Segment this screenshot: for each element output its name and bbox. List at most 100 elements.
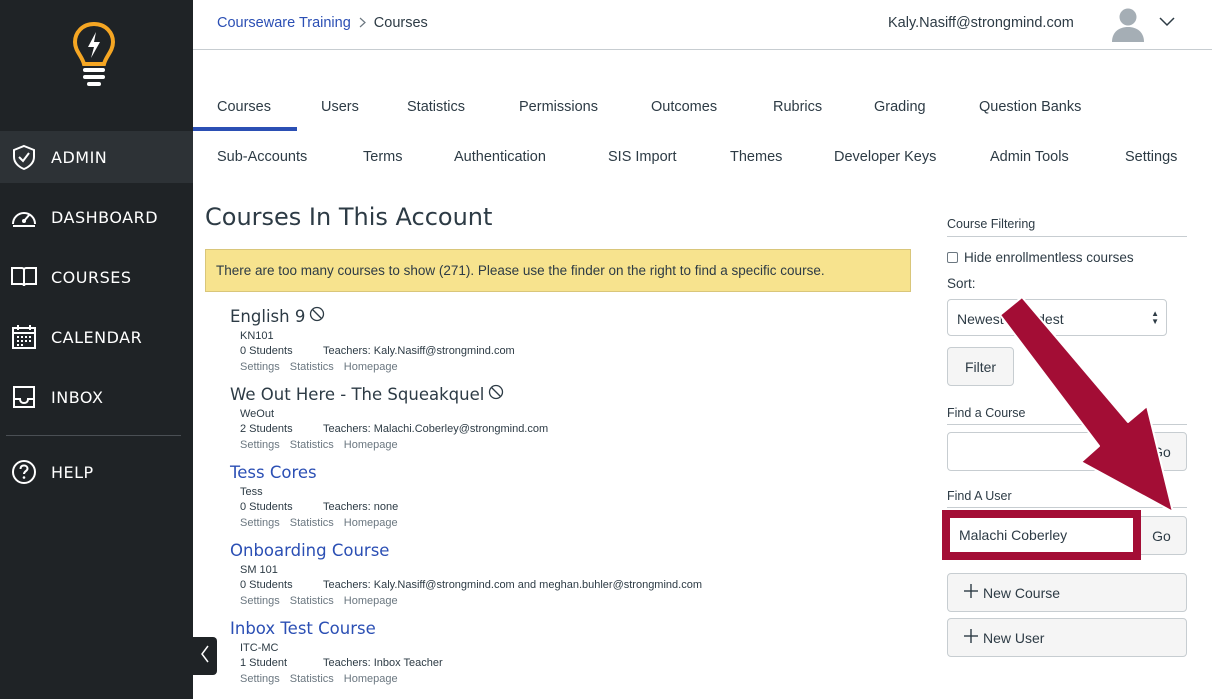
nav-courses-label: COURSES [51,267,132,287]
list-item: We Out Here - The Squeakquel WeOut 2 Stu… [230,383,910,455]
avatar[interactable] [1111,6,1145,42]
tab-authentication[interactable]: Authentication [454,149,546,165]
course-settings-link[interactable]: Settings [240,439,280,455]
divider [947,507,1187,508]
course-name-text: English 9 [230,306,306,326]
select-arrows-icon: ▲ ▼ [1151,309,1159,326]
student-count: 0 Students [240,501,293,513]
course-meta: 0 Students Teachers: none [240,501,910,517]
unpublished-icon [309,306,325,326]
sort-select[interactable]: Newest to Oldest ▲ ▼ [947,299,1167,336]
speedometer-icon [10,203,38,231]
new-course-button[interactable]: New Course [947,573,1187,612]
divider [947,236,1187,237]
course-name[interactable]: English 9 [230,305,910,327]
filter-button[interactable]: Filter [947,347,1014,386]
nav-dashboard[interactable]: DASHBOARD [0,191,193,243]
nav-divider [6,435,181,436]
course-statistics-link[interactable]: Statistics [290,517,334,533]
shield-icon [10,143,38,171]
active-tab-indicator [193,127,297,131]
chevron-down-icon[interactable] [1158,15,1176,33]
student-count: 1 Student [240,657,288,669]
course-settings-link[interactable]: Settings [240,517,280,533]
lightbulb-logo[interactable] [70,20,118,88]
tab-sub-accounts[interactable]: Sub-Accounts [217,149,307,165]
tab-settings[interactable]: Settings [1125,149,1177,165]
find-course-go-button[interactable]: Go [1136,432,1187,471]
tab-grading[interactable]: Grading [874,99,926,115]
collapse-nav-button[interactable] [193,637,217,675]
tab-themes[interactable]: Themes [730,149,782,165]
page-title: Courses In This Account [205,203,493,231]
breadcrumb-account-link[interactable]: Courseware Training [217,15,351,31]
nav-help[interactable]: HELP [0,446,193,498]
course-name-text: We Out Here - The Squeakquel [230,384,485,404]
course-homepage-link[interactable]: Homepage [344,673,398,689]
user-email[interactable]: Kaly.Nasiff@strongmind.com [888,15,1074,31]
list-item: English 9 KN101 0 Students Teachers: Kal… [230,305,910,377]
new-user-button[interactable]: New User [947,618,1187,657]
teacher-list: Teachers: Inbox Teacher [323,657,443,669]
tab-courses[interactable]: Courses [217,99,271,115]
hide-enrollmentless-row: Hide enrollmentless courses [947,250,1134,265]
tab-terms[interactable]: Terms [363,149,402,165]
course-links: Settings Statistics Homepage [240,673,910,689]
breadcrumb-current: Courses [373,15,428,31]
list-item: Tess Cores Tess 0 Students Teachers: non… [230,461,910,533]
list-item: Onboarding Course SM 101 0 Students Teac… [230,539,910,611]
tab-rubrics[interactable]: Rubrics [773,99,822,115]
unpublished-icon [488,384,504,404]
nav-calendar-label: CALENDAR [51,327,143,347]
nav-admin-label: ADMIN [51,147,108,167]
tab-sis-import[interactable]: SIS Import [608,149,677,165]
course-statistics-link[interactable]: Statistics [290,673,334,689]
list-item: Inbox Test Course ITC-MC 1 Student Teach… [230,617,910,689]
course-homepage-link[interactable]: Homepage [344,361,398,377]
course-name-link[interactable]: Tess Cores [230,461,910,483]
find-course-input[interactable] [947,432,1137,471]
find-course-heading: Find a Course [947,406,1026,420]
tab-outcomes[interactable]: Outcomes [651,99,717,115]
course-name-link[interactable]: Inbox Test Course [230,617,910,639]
find-user-input[interactable]: Malachi Coberley [950,518,1133,552]
course-settings-link[interactable]: Settings [240,673,280,689]
nav-inbox[interactable]: INBOX [0,371,193,423]
chevron-left-icon [200,645,210,668]
student-count: 2 Students [240,423,293,435]
nav-admin[interactable]: ADMIN [0,131,193,183]
course-settings-link[interactable]: Settings [240,361,280,377]
find-user-heading: Find A User [947,489,1012,503]
course-statistics-link[interactable]: Statistics [290,439,334,455]
too-many-courses-alert: There are too many courses to show (271)… [205,249,911,292]
tab-developer-keys[interactable]: Developer Keys [834,149,936,165]
nav-courses[interactable]: COURSES [0,251,193,303]
course-name-link[interactable]: Onboarding Course [230,539,910,561]
course-links: Settings Statistics Homepage [240,439,910,455]
tab-statistics[interactable]: Statistics [407,99,465,115]
hide-enrollmentless-label[interactable]: Hide enrollmentless courses [964,250,1134,265]
hide-enrollmentless-checkbox[interactable] [947,252,958,263]
course-statistics-link[interactable]: Statistics [290,361,334,377]
teacher-list: Teachers: Malachi.Coberley@strongmind.co… [323,423,549,435]
course-links: Settings Statistics Homepage [240,595,910,611]
course-settings-link[interactable]: Settings [240,595,280,611]
nav-calendar[interactable]: CALENDAR [0,311,193,363]
nav-dashboard-label: DASHBOARD [51,207,159,227]
find-user-go-button[interactable]: Go [1136,516,1187,555]
course-filtering-heading: Course Filtering [947,217,1036,231]
tab-question-banks[interactable]: Question Banks [979,99,1081,115]
course-name[interactable]: We Out Here - The Squeakquel [230,383,910,405]
tab-users[interactable]: Users [321,99,359,115]
new-course-label: New Course [983,584,1061,601]
tab-permissions[interactable]: Permissions [519,99,598,115]
course-code: ITC-MC [240,642,279,654]
course-homepage-link[interactable]: Homepage [344,595,398,611]
course-homepage-link[interactable]: Homepage [344,439,398,455]
tab-admin-tools[interactable]: Admin Tools [990,149,1069,165]
account-tabs-row-2: Sub-Accounts Terms Authentication SIS Im… [193,140,1212,182]
course-statistics-link[interactable]: Statistics [290,595,334,611]
course-homepage-link[interactable]: Homepage [344,517,398,533]
sort-select-value: Newest to Oldest [957,311,1064,327]
course-links: Settings Statistics Homepage [240,361,910,377]
